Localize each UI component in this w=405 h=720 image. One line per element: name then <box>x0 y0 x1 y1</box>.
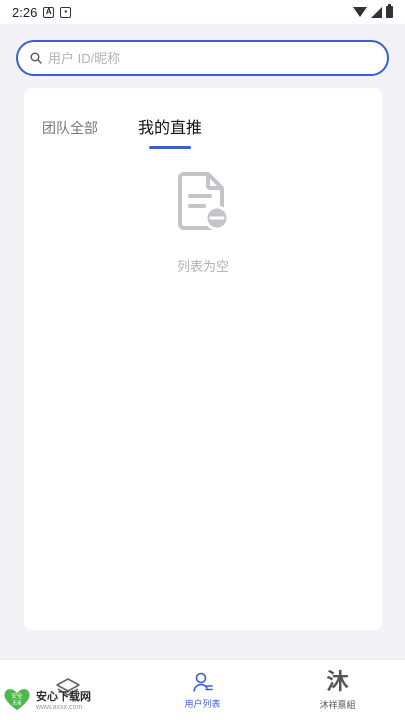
member-list-card: 团队全部 我的直推 列表为空 <box>24 88 382 630</box>
status-left: 2:26 A ▪ <box>12 4 72 20</box>
nav-label: 用户列表 <box>184 698 221 709</box>
search-input[interactable] <box>48 43 387 73</box>
search-bar[interactable] <box>16 40 389 76</box>
watermark-main: 安心下载网 <box>36 690 91 703</box>
watermark-badge-top: 安全 <box>11 692 23 700</box>
tab-bar: 团队全部 我的直推 <box>42 114 203 149</box>
user-list-icon <box>192 672 213 692</box>
nav-item-profile[interactable]: 沐 沐祥禀組 <box>288 668 388 711</box>
mu-char-icon: 沐 <box>326 668 349 694</box>
battery-icon <box>386 4 393 18</box>
a-icon: A <box>43 6 55 18</box>
watermark-logo: 安全 无毒 <box>4 689 30 711</box>
signal-icon <box>371 6 382 18</box>
card-icon: ▪ <box>60 6 72 18</box>
nav-item-user-list[interactable]: 用户列表 <box>153 671 253 710</box>
tab-label: 团队全部 <box>42 120 98 136</box>
active-tab-indicator <box>149 146 191 149</box>
search-icon <box>30 52 42 64</box>
watermark: 安全 无毒 安心下载网 www.axxx.com <box>2 686 91 712</box>
status-right <box>353 4 393 18</box>
nav-label: 沐祥禀組 <box>319 699 356 710</box>
tab-my-direct[interactable]: 我的直推 <box>138 114 203 149</box>
status-time: 2:26 <box>12 4 38 20</box>
watermark-sub: www.axxx.com <box>36 703 83 711</box>
wifi-icon <box>353 7 367 17</box>
watermark-text: 安心下载网 www.axxx.com <box>36 688 91 711</box>
tab-team-all[interactable]: 团队全部 <box>42 118 98 138</box>
tab-label: 我的直推 <box>138 120 203 137</box>
empty-state-text: 列表为空 <box>176 259 229 274</box>
document-minus-icon <box>178 172 230 231</box>
status-bar: 2:26 A ▪ <box>0 0 405 24</box>
